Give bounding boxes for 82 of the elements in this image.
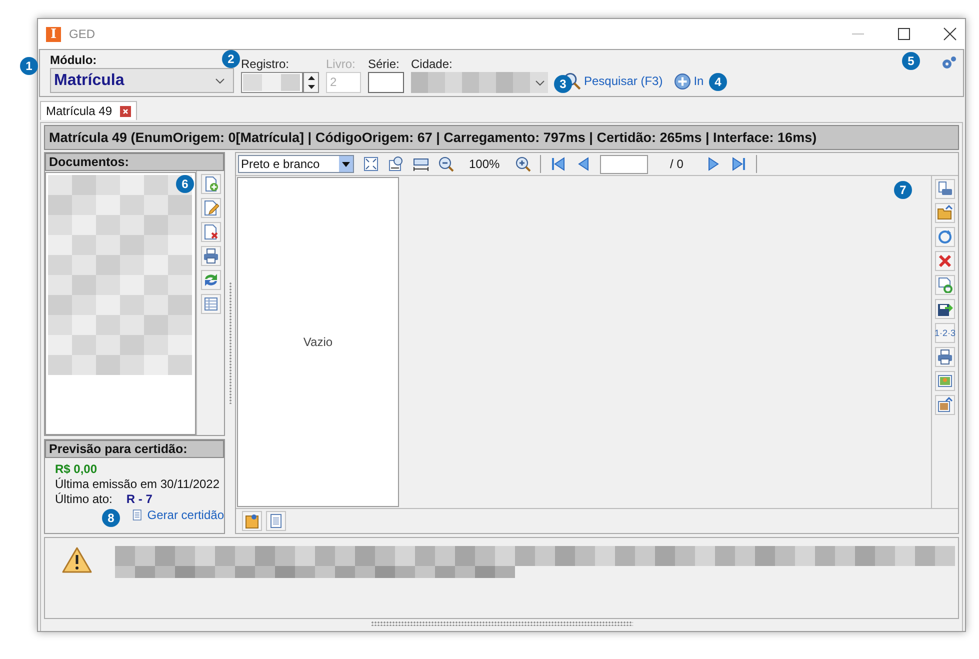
down-arrow-icon[interactable] [306, 84, 316, 90]
last-act-value: R - 7 [126, 492, 152, 506]
chevron-icon [535, 80, 545, 86]
page-number-field[interactable] [600, 154, 648, 174]
last-page-icon[interactable] [730, 156, 747, 172]
toolbar-button[interactable] [935, 395, 955, 415]
field-label: Série: [368, 57, 400, 71]
toolbar-button[interactable] [935, 347, 955, 367]
info-bar: Matrícula 49 (EnumOrigem: 0[Matrícula] | CódigoOrigem: 67 | Carregamento: 797ms | Certidão: 265ms | Interface: 16ms) [44, 125, 959, 150]
printer-icon [937, 349, 953, 365]
image-icon [937, 373, 953, 389]
close-icon[interactable] [943, 27, 957, 41]
chevron-icon [215, 78, 225, 84]
page-total: / 0 [669, 157, 684, 171]
field-label: Livro: [326, 57, 356, 71]
toolbar-button[interactable] [200, 222, 221, 242]
empty-text: Vazio [303, 335, 333, 349]
note-icon [244, 513, 260, 529]
add-link[interactable]: In [694, 74, 704, 88]
toolbar-button[interactable] [242, 511, 262, 531]
toolbar-button[interactable] [935, 227, 955, 247]
delete-icon [937, 253, 953, 269]
toolbar-button[interactable] [200, 174, 221, 194]
registro-field[interactable] [241, 72, 303, 93]
delete-document-icon [202, 224, 219, 240]
field-label: Módulo: [50, 53, 97, 67]
forecast-header: Previsão para certidão: [45, 440, 224, 458]
up-arrow-icon[interactable] [306, 75, 316, 80]
last-act-label: Último ato: [55, 492, 112, 506]
toolbar-button[interactable] [935, 371, 955, 391]
refresh-icon [202, 272, 219, 288]
last-emission-text: Última emissão em 30/11/2022 [55, 477, 221, 491]
toolbar-button[interactable] [935, 179, 955, 199]
first-page-icon[interactable] [550, 156, 566, 172]
app-logo: I [46, 26, 61, 42]
toolbar-button[interactable] [200, 270, 221, 290]
document-icon [268, 513, 284, 529]
toolbar-button[interactable] [935, 299, 955, 319]
resize-grip[interactable] [370, 621, 632, 626]
warning-icon [61, 546, 93, 574]
document-icon [131, 507, 144, 523]
documents-header: Documentos: [45, 153, 224, 171]
document-refresh-icon [937, 277, 953, 293]
generate-certificate-link[interactable]: Gerar certidão [147, 508, 224, 522]
fit-page-icon[interactable] [363, 156, 379, 172]
module-select[interactable]: Matrícula [50, 68, 234, 93]
actual-size-icon[interactable] [388, 156, 404, 172]
maximize-icon[interactable] [897, 27, 911, 41]
zoom-out-icon[interactable] [438, 156, 454, 172]
toolbar-button[interactable] [935, 203, 955, 223]
print-preview-icon [937, 181, 953, 197]
fit-width-icon[interactable] [413, 156, 429, 172]
color-mode-select[interactable]: Preto e branco [238, 155, 354, 173]
add-document-icon [202, 176, 219, 192]
toolbar-button[interactable] [200, 294, 221, 314]
settings-icon[interactable] [941, 56, 957, 70]
search-link[interactable]: Pesquisar (F3) [584, 74, 663, 88]
add-icon [674, 72, 691, 90]
window-title: GED [69, 27, 96, 41]
serie-field[interactable] [368, 72, 404, 93]
save-icon [937, 301, 953, 317]
image-export-icon [937, 397, 953, 413]
toolbar-button[interactable] [935, 275, 955, 295]
toolbar-button[interactable] [200, 246, 221, 266]
field-label: Registro: [241, 57, 290, 71]
table-icon [202, 296, 219, 312]
sync-icon [937, 229, 953, 245]
edit-document-icon [202, 200, 219, 216]
zoom-level: 100% [469, 157, 500, 171]
toolbar-button[interactable] [200, 198, 221, 218]
toolbar-button[interactable] [935, 251, 955, 271]
printer-icon [202, 248, 219, 264]
document-tab[interactable]: Matrícula 49 [40, 101, 138, 120]
callout-marker: 1 [20, 57, 38, 75]
amount-text: R$ 0,00 [55, 462, 98, 476]
folder-icon [937, 205, 953, 221]
document-list[interactable] [45, 172, 196, 435]
zoom-in-icon[interactable] [514, 156, 531, 172]
field-label: Cidade: [411, 57, 454, 71]
numbering-button[interactable]: 1·2·3 [935, 323, 955, 343]
toolbar-button[interactable] [266, 511, 286, 531]
dropdown-arrow-icon [342, 162, 350, 166]
